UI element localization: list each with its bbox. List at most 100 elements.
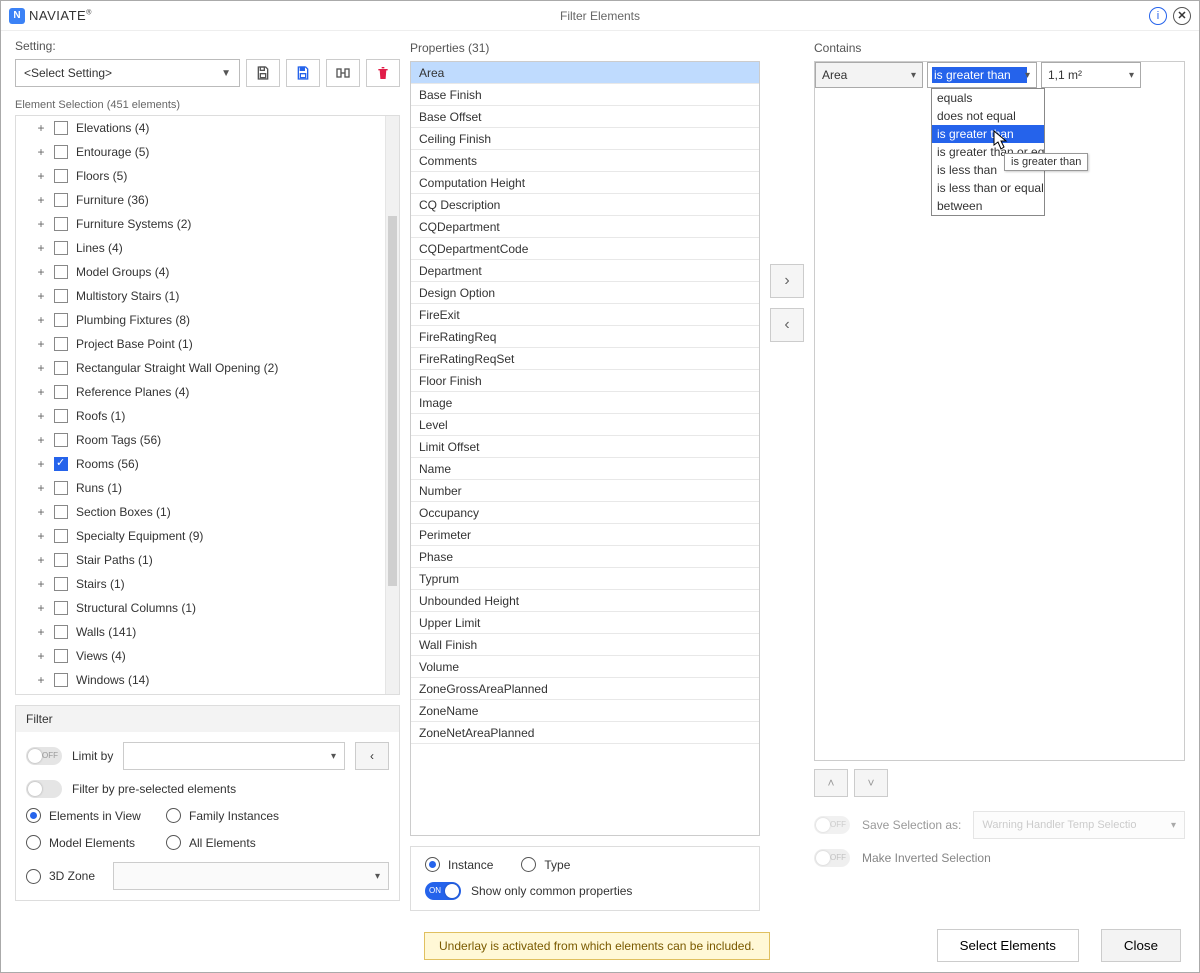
checkbox[interactable] — [54, 457, 68, 471]
property-row[interactable]: CQDepartmentCode — [411, 238, 759, 260]
checkbox[interactable] — [54, 673, 68, 687]
delete-button[interactable] — [366, 59, 400, 87]
property-row[interactable]: Department — [411, 260, 759, 282]
move-up-button[interactable]: ˄ — [814, 769, 848, 797]
preselected-toggle[interactable] — [26, 780, 62, 798]
save-button[interactable] — [246, 59, 280, 87]
expand-icon[interactable]: + — [36, 145, 46, 159]
property-row[interactable]: Ceiling Finish — [411, 128, 759, 150]
tree-row[interactable]: +Floors (5) — [16, 164, 395, 188]
close-button[interactable]: Close — [1101, 929, 1181, 962]
property-row[interactable]: Perimeter — [411, 524, 759, 546]
checkbox[interactable] — [54, 265, 68, 279]
tree-row[interactable]: +Walls (141) — [16, 620, 395, 644]
tree-row[interactable]: +Room Tags (56) — [16, 428, 395, 452]
checkbox[interactable] — [54, 121, 68, 135]
property-row[interactable]: FireExit — [411, 304, 759, 326]
tree-row[interactable]: +Furniture (36) — [16, 188, 395, 212]
property-row[interactable]: CQ Description — [411, 194, 759, 216]
expand-icon[interactable]: + — [36, 553, 46, 567]
transfer-button[interactable] — [326, 59, 360, 87]
property-row[interactable]: Upper Limit — [411, 612, 759, 634]
radio-3d-zone[interactable]: 3D Zone ▾ — [26, 862, 389, 890]
tree-row[interactable]: +Runs (1) — [16, 476, 395, 500]
tree-row[interactable]: +Lines (4) — [16, 236, 395, 260]
checkbox[interactable] — [54, 505, 68, 519]
limit-combo[interactable]: ▾ — [123, 742, 345, 770]
tree-row[interactable]: +Entourage (5) — [16, 140, 395, 164]
limit-toggle[interactable]: OFF — [26, 747, 62, 765]
property-row[interactable]: Occupancy — [411, 502, 759, 524]
dropdown-option[interactable]: is greater than — [932, 125, 1044, 143]
property-row[interactable]: Floor Finish — [411, 370, 759, 392]
checkbox[interactable] — [54, 337, 68, 351]
checkbox[interactable] — [54, 529, 68, 543]
property-row[interactable]: Number — [411, 480, 759, 502]
radio-type[interactable]: Type — [521, 857, 570, 872]
expand-icon[interactable]: + — [36, 433, 46, 447]
contains-field-select[interactable]: Area▾ — [815, 62, 923, 88]
expand-icon[interactable]: + — [36, 361, 46, 375]
tree-row[interactable]: +Rooms (56) — [16, 452, 395, 476]
tree-row[interactable]: +Structural Columns (1) — [16, 596, 395, 620]
checkbox[interactable] — [54, 289, 68, 303]
dropdown-option[interactable]: between — [932, 197, 1044, 215]
tree-row[interactable]: +Multistory Stairs (1) — [16, 284, 395, 308]
property-row[interactable]: Design Option — [411, 282, 759, 304]
tree-row[interactable]: +Rectangular Straight Wall Opening (2) — [16, 356, 395, 380]
property-row[interactable]: ZoneGrossAreaPlanned — [411, 678, 759, 700]
expand-icon[interactable]: + — [36, 625, 46, 639]
checkbox[interactable] — [54, 313, 68, 327]
tree-row[interactable]: +Roofs (1) — [16, 404, 395, 428]
save-selection-toggle[interactable]: OFF — [814, 816, 850, 834]
checkbox[interactable] — [54, 385, 68, 399]
checkbox[interactable] — [54, 193, 68, 207]
property-row[interactable]: Image — [411, 392, 759, 414]
dropdown-option[interactable]: equals — [932, 89, 1044, 107]
tree-row[interactable]: +Reference Planes (4) — [16, 380, 395, 404]
expand-icon[interactable]: + — [36, 649, 46, 663]
checkbox[interactable] — [54, 361, 68, 375]
property-row[interactable]: Phase — [411, 546, 759, 568]
move-down-button[interactable]: ˅ — [854, 769, 888, 797]
invert-toggle[interactable]: OFF — [814, 849, 850, 867]
show-common-toggle[interactable]: ON — [425, 882, 461, 900]
radio-elements-in-view[interactable]: Elements in View — [26, 808, 166, 823]
property-row[interactable]: Comments — [411, 150, 759, 172]
tree-row[interactable]: +Project Base Point (1) — [16, 332, 395, 356]
expand-icon[interactable]: + — [36, 385, 46, 399]
property-row[interactable]: ZoneNetAreaPlanned — [411, 722, 759, 744]
expand-icon[interactable]: + — [36, 505, 46, 519]
property-row[interactable]: Level — [411, 414, 759, 436]
limit-back-button[interactable]: ‹ — [355, 742, 389, 770]
checkbox[interactable] — [54, 577, 68, 591]
expand-icon[interactable]: + — [36, 289, 46, 303]
checkbox[interactable] — [54, 241, 68, 255]
expand-icon[interactable]: + — [36, 217, 46, 231]
property-row[interactable]: Wall Finish — [411, 634, 759, 656]
checkbox[interactable] — [54, 433, 68, 447]
add-filter-button[interactable]: › — [770, 264, 804, 298]
checkbox[interactable] — [54, 409, 68, 423]
select-elements-button[interactable]: Select Elements — [937, 929, 1079, 962]
expand-icon[interactable]: + — [36, 241, 46, 255]
remove-filter-button[interactable]: ‹ — [770, 308, 804, 342]
checkbox[interactable] — [54, 601, 68, 615]
tree-row[interactable]: +Specialty Equipment (9) — [16, 524, 395, 548]
expand-icon[interactable]: + — [36, 265, 46, 279]
tree-row[interactable]: +Windows (14) — [16, 668, 395, 692]
radio-instance[interactable]: Instance — [425, 857, 493, 872]
expand-icon[interactable]: + — [36, 601, 46, 615]
radio-all-elements[interactable]: All Elements — [166, 835, 389, 850]
property-row[interactable]: Typrum — [411, 568, 759, 590]
property-row[interactable]: Base Offset — [411, 106, 759, 128]
dropdown-option[interactable]: is less than or equal — [932, 179, 1044, 197]
tree-row[interactable]: +Plumbing Fixtures (8) — [16, 308, 395, 332]
property-row[interactable]: Unbounded Height — [411, 590, 759, 612]
tree-row[interactable]: +Elevations (4) — [16, 116, 395, 140]
save-selection-combo[interactable]: Warning Handler Temp Selectio▾ — [973, 811, 1185, 839]
expand-icon[interactable]: + — [36, 577, 46, 591]
radio-family-instances[interactable]: Family Instances — [166, 808, 389, 823]
contains-value-select[interactable]: 1,1 m²▾ — [1041, 62, 1141, 88]
expand-icon[interactable]: + — [36, 457, 46, 471]
